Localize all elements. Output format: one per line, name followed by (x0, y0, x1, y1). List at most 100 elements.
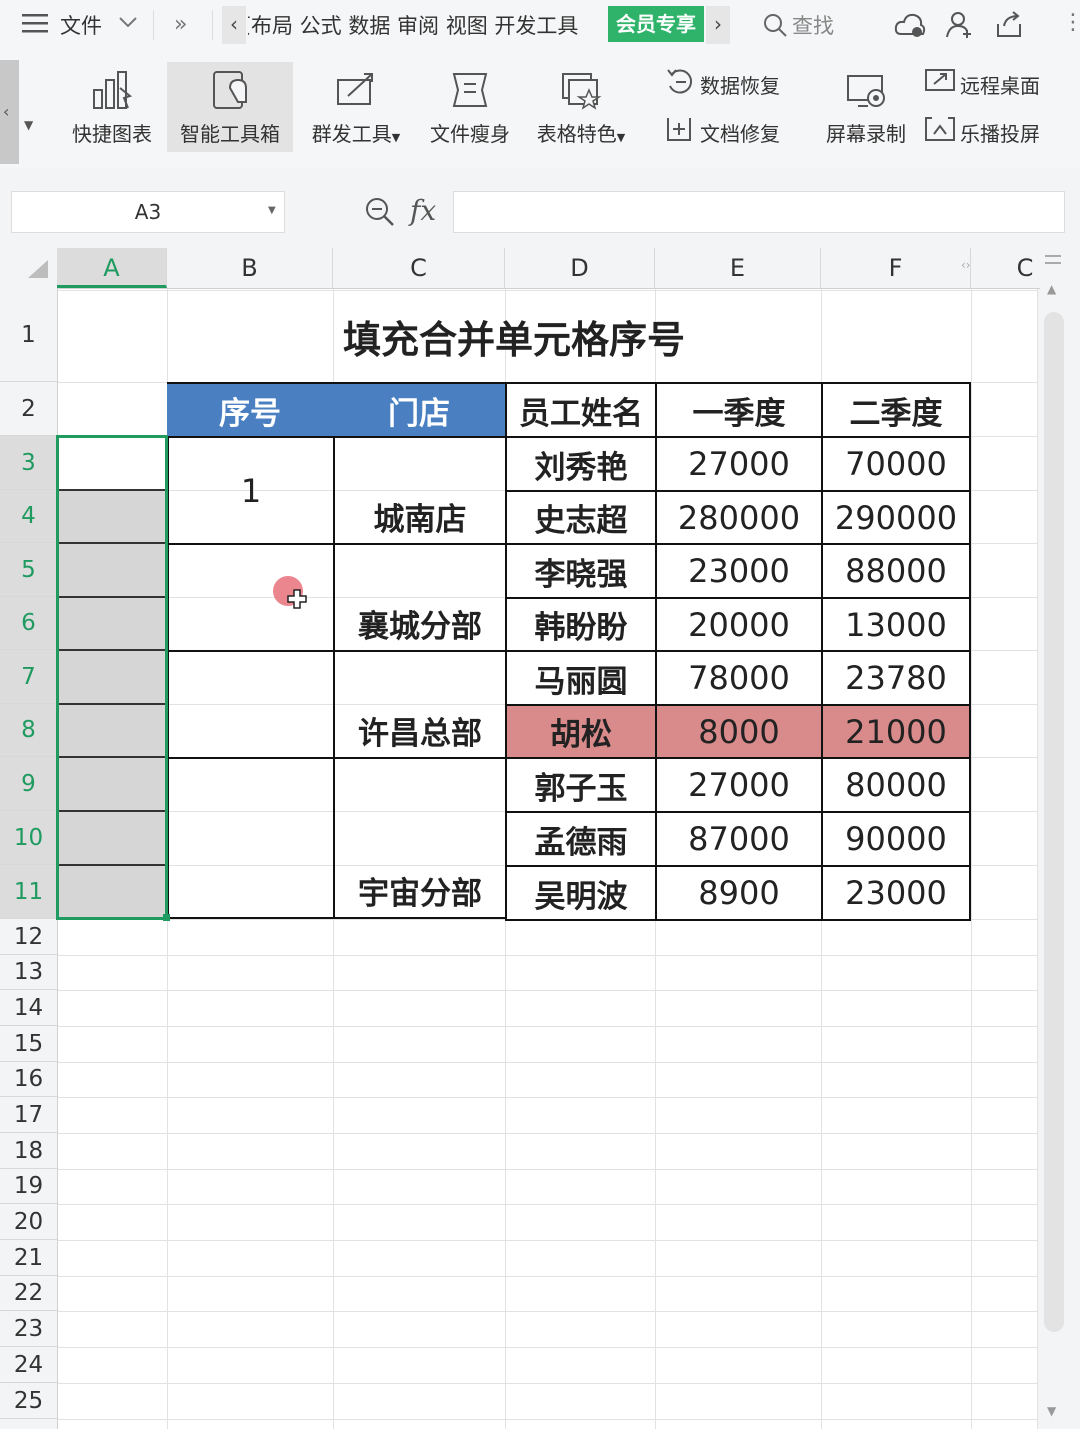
q1-value-cell[interactable]: 27000 (655, 757, 823, 813)
header-employee[interactable]: 员工姓名 (505, 382, 657, 438)
zoom-search-icon[interactable] (364, 196, 396, 232)
sheet-title[interactable]: 填充合并单元格序号 (57, 290, 971, 382)
employee-name-cell[interactable]: 李晓强 (505, 543, 657, 599)
fill-handle[interactable] (163, 914, 170, 921)
data-recovery-icon[interactable] (664, 66, 694, 100)
row-header-21[interactable]: 21 (0, 1240, 57, 1276)
q2-value-cell[interactable]: 290000 (821, 490, 971, 545)
header-q1[interactable]: 一季度 (655, 382, 823, 438)
q2-value-cell[interactable]: 23780 (821, 650, 971, 706)
table-special-button[interactable]: 表格特色▼ (524, 62, 638, 152)
cloud-sync-icon[interactable] (893, 10, 927, 44)
row-header-6[interactable]: 6 (0, 597, 57, 650)
row-header-23[interactable]: 23 (0, 1311, 57, 1347)
cast-screen-button[interactable]: 乐播投屏 (960, 118, 1040, 147)
row-header-19[interactable]: 19 (0, 1169, 57, 1204)
q1-value-cell[interactable]: 8000 (655, 704, 823, 759)
chevron-down-icon[interactable] (118, 14, 138, 34)
employee-name-cell[interactable]: 郭子玉 (505, 757, 657, 813)
employee-name-cell[interactable]: 韩盼盼 (505, 597, 657, 652)
store-cell[interactable]: 宇宙分部 (333, 757, 507, 919)
scroll-up-icon[interactable]: ▲ (1047, 282, 1056, 296)
row-header-9[interactable]: 9 (0, 757, 57, 811)
row-header-24[interactable]: 24 (0, 1347, 57, 1383)
q2-value-cell[interactable]: 90000 (821, 811, 971, 867)
select-all-icon[interactable] (26, 258, 50, 284)
export-icon[interactable] (994, 10, 1024, 44)
search-box[interactable]: 查找 (792, 10, 834, 40)
screen-record-button[interactable]: 屏幕录制 (816, 62, 916, 152)
row-header-10[interactable]: 10 (0, 811, 57, 865)
col-header-g-partial[interactable]: C (1010, 248, 1040, 288)
scroll-down-icon[interactable]: ▼ (1047, 1404, 1056, 1418)
q2-value-cell[interactable]: 13000 (821, 597, 971, 652)
doc-repair-icon[interactable] (664, 114, 694, 148)
q2-value-cell[interactable]: 70000 (821, 436, 971, 492)
col-header-b[interactable]: B (167, 248, 333, 288)
serial-cell[interactable]: 1 (167, 436, 335, 545)
header-q2[interactable]: 二季度 (821, 382, 971, 438)
col-header-a[interactable]: A (57, 248, 167, 288)
file-menu[interactable]: 文件 (60, 10, 102, 40)
remote-desktop-button[interactable]: 远程桌面 (960, 70, 1040, 99)
q1-value-cell[interactable]: 78000 (655, 650, 823, 706)
name-box[interactable]: A3 (11, 191, 285, 233)
remote-desktop-icon[interactable] (924, 66, 956, 100)
q2-value-cell[interactable]: 21000 (821, 704, 971, 759)
employee-name-cell[interactable]: 刘秀艳 (505, 436, 657, 492)
row-header-2[interactable]: 2 (0, 382, 57, 436)
caret-down-icon[interactable]: ▼ (24, 118, 33, 132)
row-header-20[interactable]: 20 (0, 1204, 57, 1240)
row-header-4[interactable]: 4 (0, 490, 57, 543)
row-header-5[interactable]: 5 (0, 543, 57, 597)
chevron-left-icon[interactable]: ‹ (3, 102, 9, 121)
employee-name-cell[interactable]: 孟德雨 (505, 811, 657, 867)
header-serial[interactable]: 序号 (167, 382, 333, 436)
serial-cell[interactable] (167, 650, 335, 759)
q1-value-cell[interactable]: 87000 (655, 811, 823, 867)
row-header-14[interactable]: 14 (0, 990, 57, 1026)
cast-screen-icon[interactable] (924, 114, 956, 148)
store-cell[interactable]: 许昌总部 (333, 650, 507, 759)
q1-value-cell[interactable]: 20000 (655, 597, 823, 652)
employee-name-cell[interactable]: 史志超 (505, 490, 657, 545)
header-store[interactable]: 门店 (333, 382, 505, 436)
q2-value-cell[interactable]: 23000 (821, 865, 971, 921)
column-split-icon[interactable]: ‹› (961, 258, 971, 272)
row-header-17[interactable]: 17 (0, 1097, 57, 1133)
share-user-icon[interactable] (945, 10, 975, 44)
q1-value-cell[interactable]: 27000 (655, 436, 823, 492)
formula-input[interactable] (453, 191, 1065, 233)
row-header-13[interactable]: 13 (0, 955, 57, 990)
fx-icon[interactable]: fx (410, 194, 436, 227)
row-header-1[interactable]: 1 (0, 288, 57, 382)
store-cell[interactable]: 城南店 (333, 436, 507, 545)
doc-repair-button[interactable]: 文档修复 (700, 118, 780, 147)
row-header-18[interactable]: 18 (0, 1133, 57, 1169)
row-header-11[interactable]: 11 (0, 865, 57, 919)
ribbon-tabs[interactable]: 局 公式 数据 审阅 视图 开发工具 (272, 10, 578, 40)
col-header-e[interactable]: E (655, 248, 821, 288)
employee-name-cell[interactable]: 马丽圆 (505, 650, 657, 706)
smart-toolbox-button[interactable]: 智能工具箱 (167, 62, 293, 152)
search-icon[interactable] (762, 12, 788, 42)
employee-name-cell[interactable]: 吴明波 (505, 865, 657, 921)
tab-member-exclusive[interactable]: 会员专享 (608, 6, 704, 42)
q2-value-cell[interactable]: 88000 (821, 543, 971, 599)
q1-value-cell[interactable]: 23000 (655, 543, 823, 599)
col-header-f[interactable]: F (821, 248, 971, 288)
q1-value-cell[interactable]: 8900 (655, 865, 823, 921)
row-header-7[interactable]: 7 (0, 650, 57, 704)
row-header-3[interactable]: 3 (0, 436, 57, 490)
scrollbar-thumb[interactable] (1044, 312, 1064, 1332)
quick-chart-button[interactable]: 快捷图表 (58, 62, 166, 152)
col-header-c[interactable]: C (333, 248, 505, 288)
employee-name-cell[interactable]: 胡松 (505, 704, 657, 759)
q1-value-cell[interactable]: 280000 (655, 490, 823, 545)
serial-cell[interactable] (167, 757, 335, 919)
col-header-d[interactable]: D (505, 248, 655, 288)
row-header-15[interactable]: 15 (0, 1026, 57, 1062)
q2-value-cell[interactable]: 80000 (821, 757, 971, 813)
split-bar-icon[interactable] (1045, 255, 1061, 257)
tabs-scroll-right-icon[interactable]: › (706, 6, 730, 44)
